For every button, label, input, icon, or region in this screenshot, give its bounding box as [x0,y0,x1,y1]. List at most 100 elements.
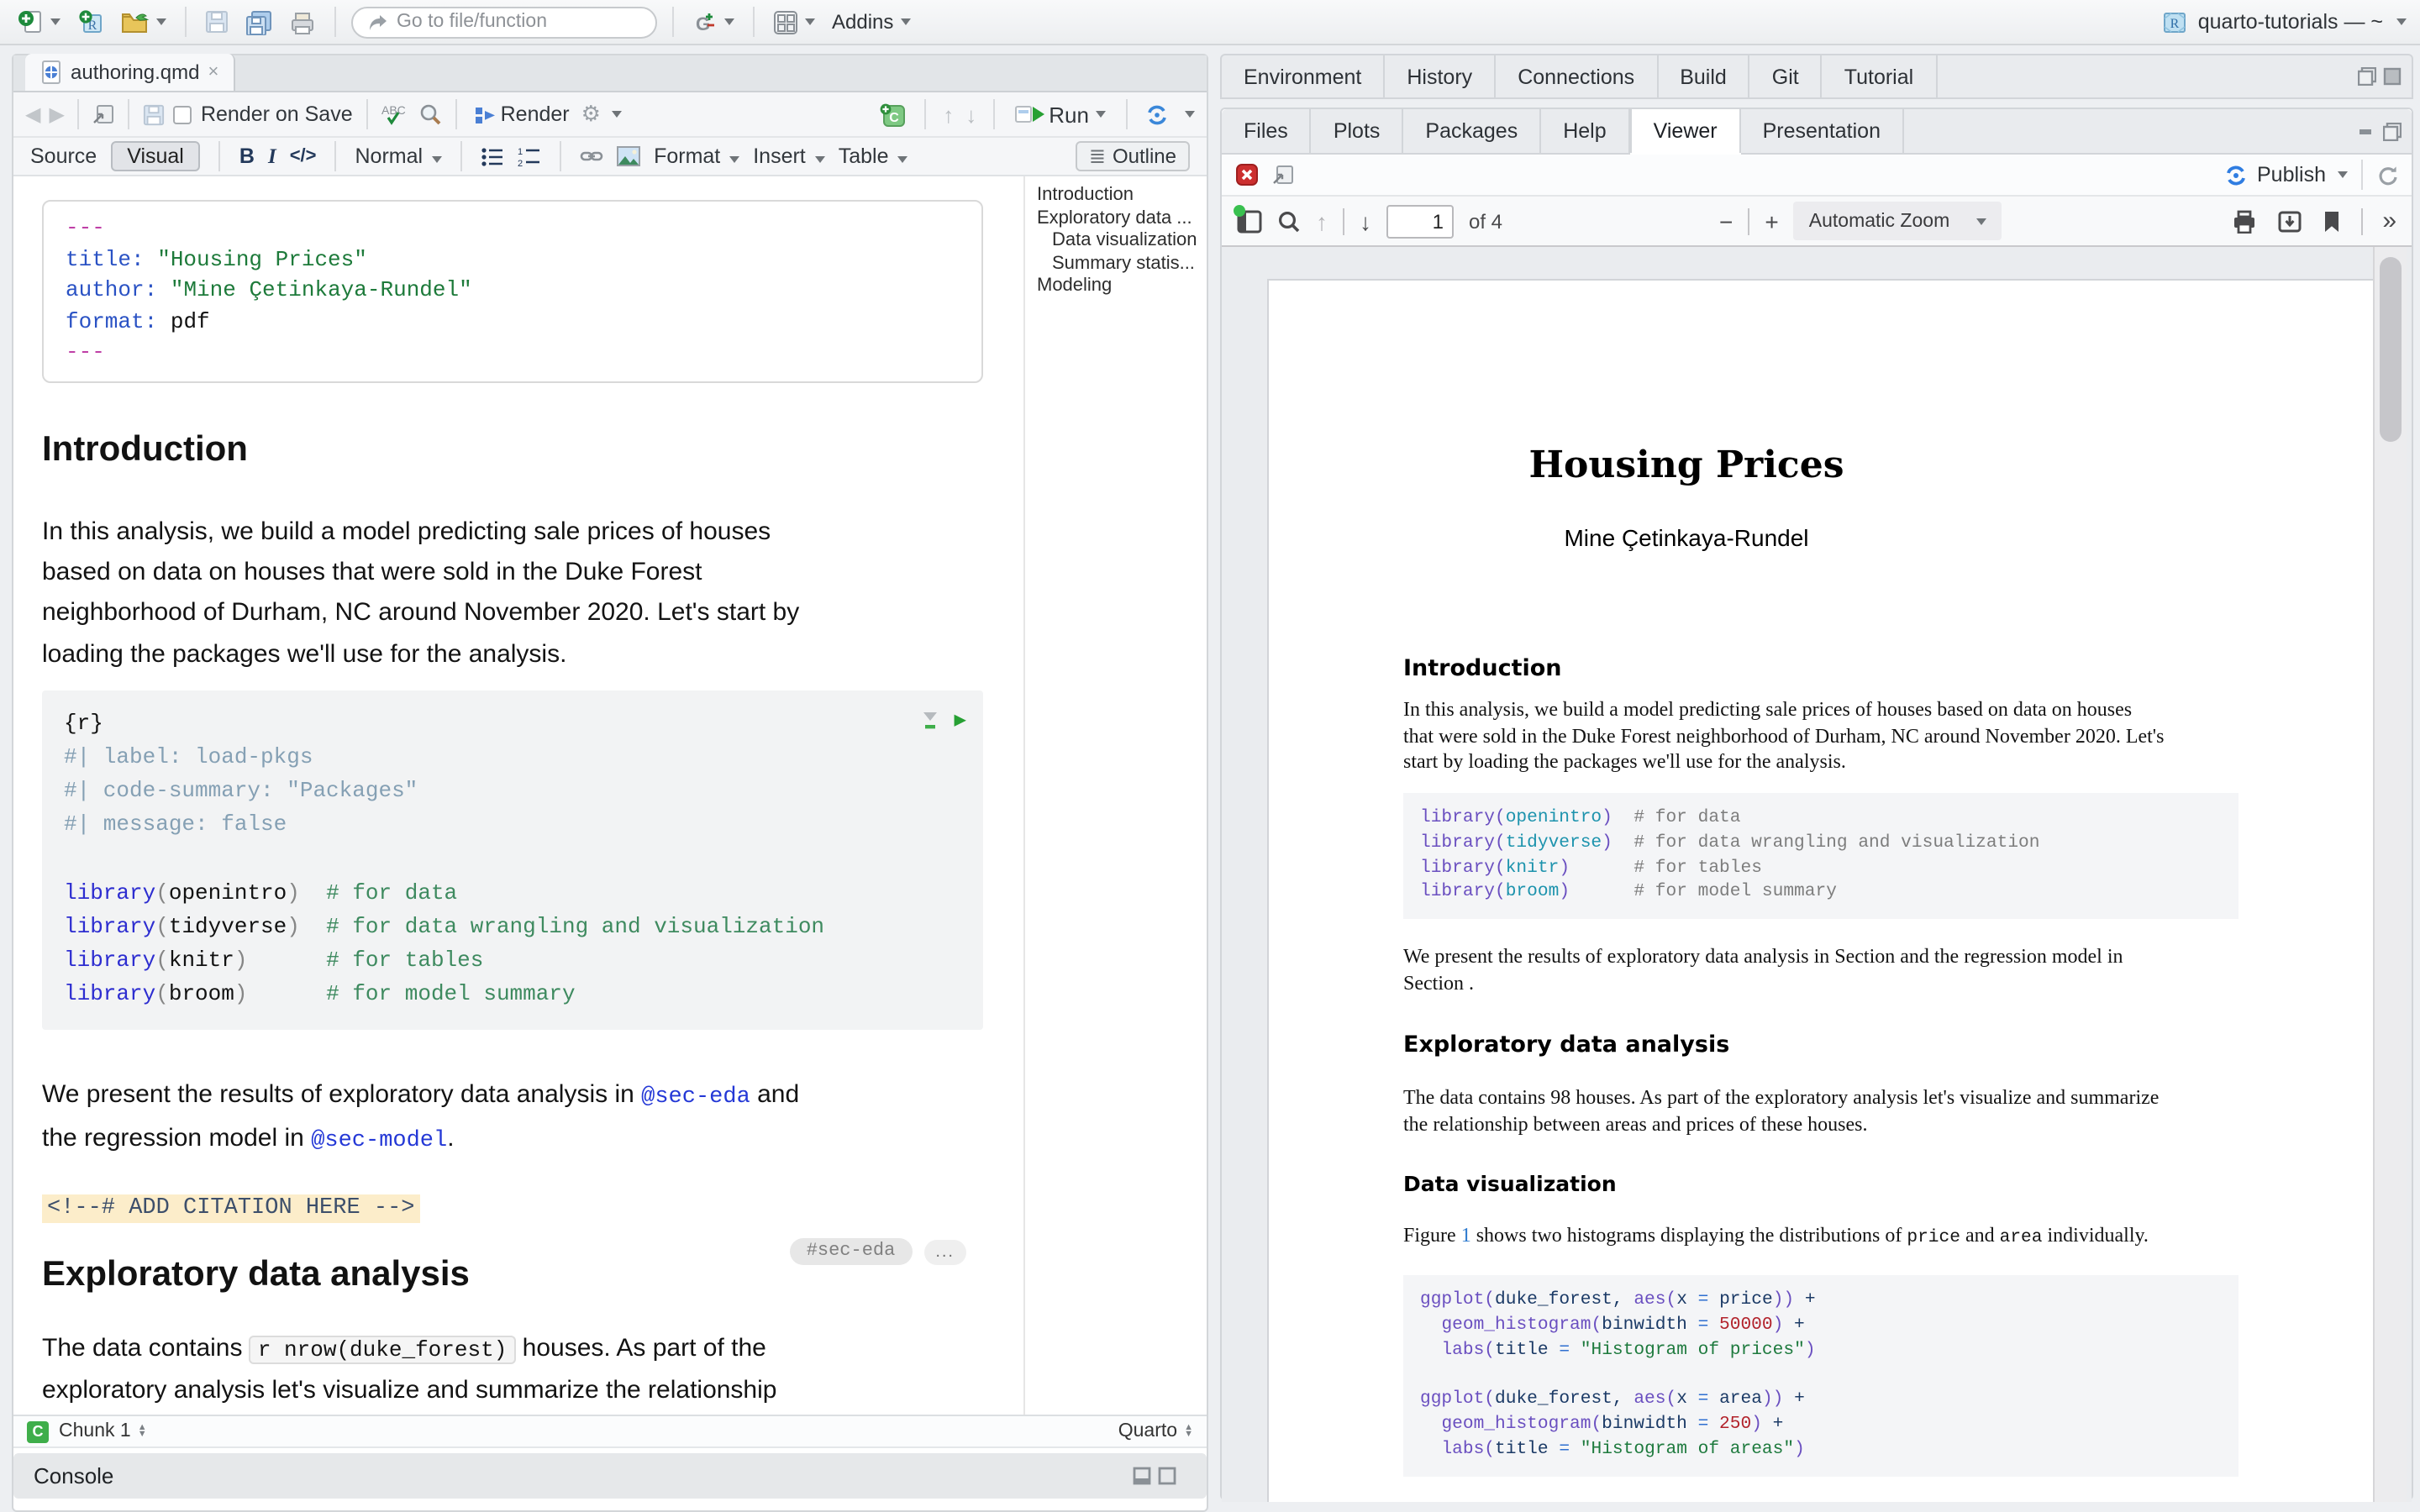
zoom-in-icon[interactable]: + [1765,209,1778,233]
pdf-scrollbar-thumb[interactable] [2380,257,2402,442]
pdf-viewport[interactable]: Housing Prices Mine Çetinkaya-Rundel Int… [1222,247,2412,1502]
stop-icon[interactable] [1235,163,1259,186]
sidebar-toggle-icon[interactable] [1237,209,1262,233]
console-pane-header[interactable]: Console [13,1453,1207,1499]
table-menu[interactable]: Table [839,144,908,168]
paragraph-style-select[interactable]: Normal [355,144,443,168]
link-icon[interactable] [580,146,603,166]
next-page-icon[interactable]: ↓ [1360,209,1371,233]
tab-packages[interactable]: Packages [1403,109,1541,153]
chunk-line: library(broom) # for model summary [64,979,961,1012]
workspace-panes-button[interactable] [770,3,818,40]
run-button[interactable]: Run [1012,96,1109,133]
new-project-button[interactable]: R [74,3,108,40]
tab-connections[interactable]: Connections [1496,55,1658,97]
search-icon[interactable] [418,102,442,126]
save-all-button[interactable] [242,3,276,40]
run-next-icon[interactable]: ↓ [965,102,976,127]
forward-icon[interactable]: ▶ [49,102,64,126]
run-chunk-icon[interactable]: ▶ [955,704,966,738]
run-previous-icon[interactable]: ↑ [943,102,954,127]
tab-history[interactable]: History [1385,55,1496,97]
insert-menu[interactable]: Insert [753,144,825,168]
minimize-pane-icon[interactable] [2358,67,2376,86]
gear-icon[interactable]: ⚙ [581,101,601,128]
minimize-pane-icon[interactable] [2358,122,2376,140]
toolbar-separator [460,141,462,171]
image-icon[interactable] [617,146,640,166]
bold-button[interactable]: B [239,144,255,168]
print-button[interactable] [286,3,319,40]
page-number-input[interactable] [1386,204,1454,238]
tab-environment[interactable]: Environment [1222,55,1385,97]
citation-comment[interactable]: <!--# ADD CITATION HERE --> [42,1194,420,1223]
rerun-icon[interactable] [1144,103,1170,125]
zoom-out-icon[interactable]: − [1719,209,1733,233]
tab-build[interactable]: Build [1658,55,1750,97]
run-chunks-above-icon[interactable] [921,711,939,731]
project-selector[interactable]: R quarto-tutorials — ~ [2161,8,2407,35]
code-button[interactable]: </> [290,146,317,166]
tab-viewer[interactable]: Viewer [1630,109,1741,153]
chunk-position-label[interactable]: Chunk 1 [59,1421,131,1441]
numbered-list-icon[interactable]: 12 [518,146,541,166]
format-menu[interactable]: Format [654,144,739,168]
bullet-list-icon[interactable] [481,146,504,166]
pdf-print-icon[interactable] [2231,209,2256,233]
save-icon[interactable] [144,103,166,125]
tab-files[interactable]: Files [1222,109,1312,153]
new-file-button[interactable] [13,3,64,40]
visual-editor-surface[interactable]: --- title: "Housing Prices" author: "Min… [13,176,1023,1418]
publish-button[interactable]: Publish [2257,163,2326,186]
render-on-save-checkbox[interactable] [174,105,192,123]
insert-chunk-icon[interactable]: C [879,102,908,127]
tab-plots[interactable]: Plots [1312,109,1404,153]
outline-item-modeling[interactable]: Modeling [1037,276,1203,299]
refresh-icon[interactable] [2376,164,2398,186]
maximize-pane-icon[interactable] [2383,67,2402,86]
project-name: quarto-tutorials — ~ [2198,10,2383,34]
outline-item-eda[interactable]: Exploratory data ... [1037,207,1203,230]
spellcheck-icon[interactable]: ABC [381,102,410,126]
close-icon[interactable]: × [208,62,218,82]
visual-mode-button[interactable]: Visual [110,141,201,171]
maximize-pane-icon[interactable] [2383,122,2402,140]
quarto-doc-icon [40,60,62,84]
tab-help[interactable]: Help [1541,109,1629,153]
minimize-pane-icon[interactable] [1133,1467,1151,1485]
section-options-button[interactable]: ... [923,1239,966,1264]
outline-item-introduction[interactable]: Introduction [1037,185,1203,207]
tab-tutorial[interactable]: Tutorial [1823,55,1937,97]
goto-file-search[interactable]: Go to file/function [351,6,657,38]
format-nav-arrows-icon[interactable]: ▲▼ [1184,1425,1193,1438]
save-button[interactable] [202,3,232,40]
italic-button[interactable]: I [268,144,276,169]
addins-button[interactable]: Addins [829,3,913,40]
chunk-line: library(tidyverse) # for data wrangling … [64,911,961,944]
open-file-button[interactable] [118,3,170,40]
tab-authoring-qmd[interactable]: authoring.qmd × [25,54,235,91]
tab-presentation[interactable]: Presentation [1741,109,1904,153]
code-chunk-load-pkgs[interactable]: ▶ {r} #| label: load-pkgs #| code-summar… [42,690,983,1030]
pdf-search-icon[interactable] [1277,209,1301,233]
render-button[interactable]: Render [471,96,573,133]
pdf-more-tools-icon[interactable]: » [2382,208,2396,234]
popout-icon[interactable] [1272,165,1294,185]
zoom-level-select[interactable]: Automatic Zoom [1794,202,2002,240]
yaml-block[interactable]: --- title: "Housing Prices" author: "Min… [42,200,983,383]
source-mode-button[interactable]: Source [30,144,97,168]
outline-toggle-button[interactable]: ≣ Outline [1076,141,1190,171]
previous-page-icon[interactable]: ↑ [1316,209,1328,233]
pdf-bookmark-icon[interactable] [2322,209,2340,233]
version-control-button[interactable]: G [689,3,738,40]
maximize-pane-icon[interactable] [1158,1467,1176,1485]
popout-icon[interactable] [93,104,115,124]
chunk-nav-arrows-icon[interactable]: ▲▼ [138,1425,147,1438]
tab-git[interactable]: Git [1750,55,1823,97]
outline-item-data-visualization[interactable]: Data visualization [1037,230,1203,253]
pdf-download-icon[interactable] [2276,209,2302,233]
pdf-scrollbar[interactable] [2373,247,2407,1502]
document-format-label[interactable]: Quarto [1118,1421,1177,1441]
outline-item-summary-statistics[interactable]: Summary statis... [1037,254,1203,276]
back-icon[interactable]: ◀ [25,102,40,126]
